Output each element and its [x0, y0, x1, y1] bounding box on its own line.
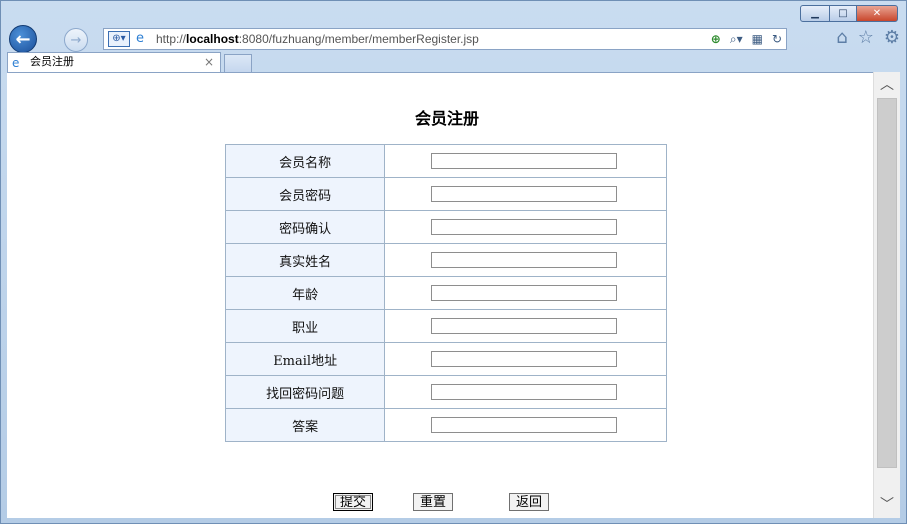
field-label: 找回密码问题 — [224, 375, 386, 409]
plugin-icon[interactable]: ⊕ — [711, 31, 721, 47]
tab-member-register[interactable]: e 会员注册 × — [7, 52, 221, 72]
table-row: 密码确认 — [224, 210, 667, 244]
forward-arrow-icon[interactable]: → — [64, 28, 88, 52]
browser-tools: ⌂ ☆ ⚙ — [836, 27, 900, 49]
address-tools: ⊕ ⌕▾ ▦ ↻ — [711, 31, 782, 47]
ie-logo-icon: e — [136, 31, 144, 46]
page-content: 会员注册 会员名称 会员密码 密码确认 真实姓名 年龄 职业 Email地址 找… — [7, 72, 873, 518]
window-caption-buttons: ▁ □ ✕ — [800, 5, 898, 22]
browser-window: ▁ □ ✕ ← → ⊕▾ e http://localhost:8080/fuz… — [0, 0, 907, 524]
maximize-icon[interactable]: □ — [829, 5, 857, 22]
address-bar[interactable]: ⊕▾ e http://localhost:8080/fuzhuang/memb… — [103, 28, 787, 50]
ie-logo-icon: e — [12, 56, 20, 70]
back-arrow-icon[interactable]: ← — [9, 25, 37, 53]
back-button[interactable]: 返回 — [509, 493, 550, 511]
password-confirm-input[interactable] — [431, 219, 618, 235]
tab-strip: e 会员注册 × — [7, 52, 902, 72]
field-label: 职业 — [224, 309, 386, 343]
compatibility-view-icon[interactable]: ⊕▾ — [108, 31, 130, 47]
field-label: 会员密码 — [224, 177, 386, 211]
close-window-icon[interactable]: ✕ — [856, 5, 898, 22]
field-label: 年龄 — [224, 276, 386, 310]
tab-title: 会员注册 — [30, 55, 74, 68]
minimize-icon[interactable]: ▁ — [800, 5, 830, 22]
vertical-scrollbar[interactable]: ︿ ﹀ — [873, 72, 900, 518]
field-label: 会员名称 — [224, 144, 386, 178]
field-label: 真实姓名 — [224, 243, 386, 277]
table-row: 年龄 — [224, 276, 667, 310]
email-input[interactable] — [431, 351, 618, 367]
scrollbar-thumb[interactable] — [877, 98, 897, 468]
answer-input[interactable] — [431, 417, 618, 433]
reset-button[interactable]: 重置 — [413, 493, 454, 511]
field-label: 答案 — [224, 408, 386, 442]
home-icon[interactable]: ⌂ — [836, 27, 847, 49]
table-row: 答案 — [224, 408, 667, 442]
search-icon[interactable]: ⌕▾ — [730, 31, 743, 47]
navigation-bar: ← → ⊕▾ e http://localhost:8080/fuzhuang/… — [7, 25, 902, 53]
age-input[interactable] — [431, 285, 618, 301]
refresh-icon[interactable]: ↻ — [772, 31, 782, 47]
register-form-table: 会员名称 会员密码 密码确认 真实姓名 年龄 职业 Email地址 找回密码问题… — [224, 144, 667, 442]
table-row: 真实姓名 — [224, 243, 667, 277]
table-row: 会员密码 — [224, 177, 667, 211]
table-row: 职业 — [224, 309, 667, 343]
submit-button[interactable]: 提交 — [333, 493, 374, 511]
table-row: 找回密码问题 — [224, 375, 667, 409]
member-name-input[interactable] — [431, 153, 618, 169]
new-tab-button[interactable] — [224, 54, 252, 72]
scroll-down-icon[interactable]: ﹀ — [874, 494, 900, 516]
url-text[interactable]: http://localhost:8080/fuzhuang/member/me… — [156, 32, 479, 46]
table-row: 会员名称 — [224, 144, 667, 178]
field-label: 密码确认 — [224, 210, 386, 244]
field-label: Email地址 — [224, 342, 386, 376]
real-name-input[interactable] — [431, 252, 618, 268]
star-icon[interactable]: ☆ — [858, 27, 874, 49]
member-password-input[interactable] — [431, 186, 618, 202]
scroll-up-icon[interactable]: ︿ — [874, 74, 900, 96]
page-title: 会员注册 — [414, 109, 479, 128]
security-question-input[interactable] — [431, 384, 618, 400]
gear-icon[interactable]: ⚙ — [884, 27, 900, 49]
occupation-input[interactable] — [431, 318, 618, 334]
table-row: Email地址 — [224, 342, 667, 376]
tab-close-icon[interactable]: × — [204, 53, 214, 71]
page-icon[interactable]: ▦ — [752, 31, 763, 47]
